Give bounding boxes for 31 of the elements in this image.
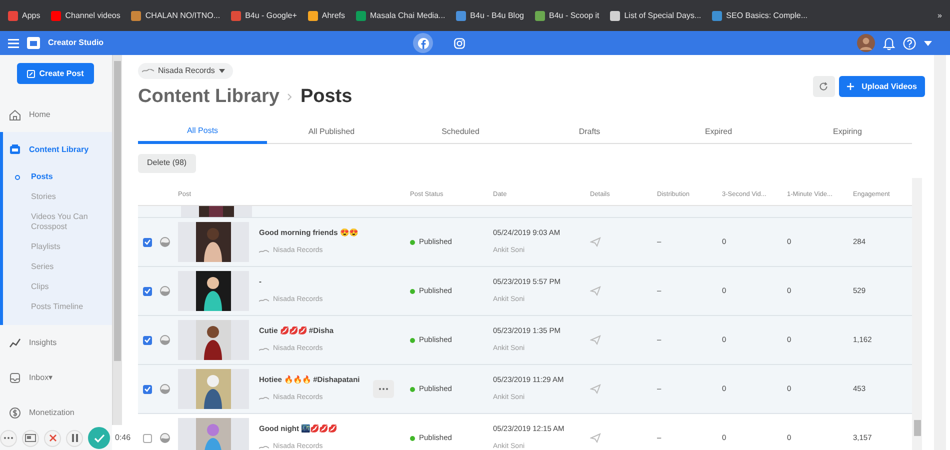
sidebar-item[interactable]: Inbox▾ (0, 360, 112, 395)
sidebar-item[interactable]: Insights (0, 325, 112, 360)
bookmark-link[interactable]: Masala Chai Media... (370, 10, 446, 22)
sidebar-subitem[interactable]: Posts (3, 167, 112, 187)
tab[interactable]: All Posts (138, 122, 267, 144)
sidebar-item[interactable]: Home (0, 97, 112, 132)
bookmark-link[interactable]: Channel videos (65, 10, 120, 22)
bookmark-link[interactable]: List of Special Days... (624, 10, 702, 22)
page-selector[interactable]: Nisada Records (138, 63, 233, 79)
bookmark-link[interactable]: Ahrefs (322, 10, 346, 22)
tab[interactable]: Expired (654, 122, 783, 144)
app-title: Creator Studio (48, 37, 104, 49)
tab[interactable]: Expiring (783, 122, 912, 144)
tab[interactable]: All Published (267, 122, 396, 144)
bookmark-link[interactable]: SEO Basics: Comple... (726, 10, 808, 22)
bookmarks-more-button[interactable]: » (938, 10, 942, 22)
bookmark-link[interactable]: B4u - Scoop it (548, 10, 600, 22)
bookmark-link[interactable]: B4u - Google+ (245, 10, 297, 22)
tab[interactable]: Drafts (525, 122, 654, 144)
bookmark-link[interactable]: CHALAN NO/ITNO... (145, 10, 220, 22)
breadcrumb-link[interactable]: Content Library (138, 83, 280, 112)
recording-time: 0:46 (115, 432, 131, 444)
bookmark-link[interactable]: Apps (22, 10, 40, 22)
tab[interactable]: Scheduled (396, 122, 525, 144)
upload-videos-button[interactable]: Upload Videos (838, 76, 925, 97)
sidebar-item[interactable]: Monetization (0, 395, 112, 430)
page-title: Posts (300, 85, 352, 109)
delete-button[interactable]: Delete (98) (138, 154, 196, 172)
bookmark-link[interactable]: B4u - B4u Blog (470, 10, 524, 22)
sidebar-item[interactable]: Content Library (3, 132, 112, 167)
create-post-button[interactable]: Create Post (17, 63, 94, 84)
